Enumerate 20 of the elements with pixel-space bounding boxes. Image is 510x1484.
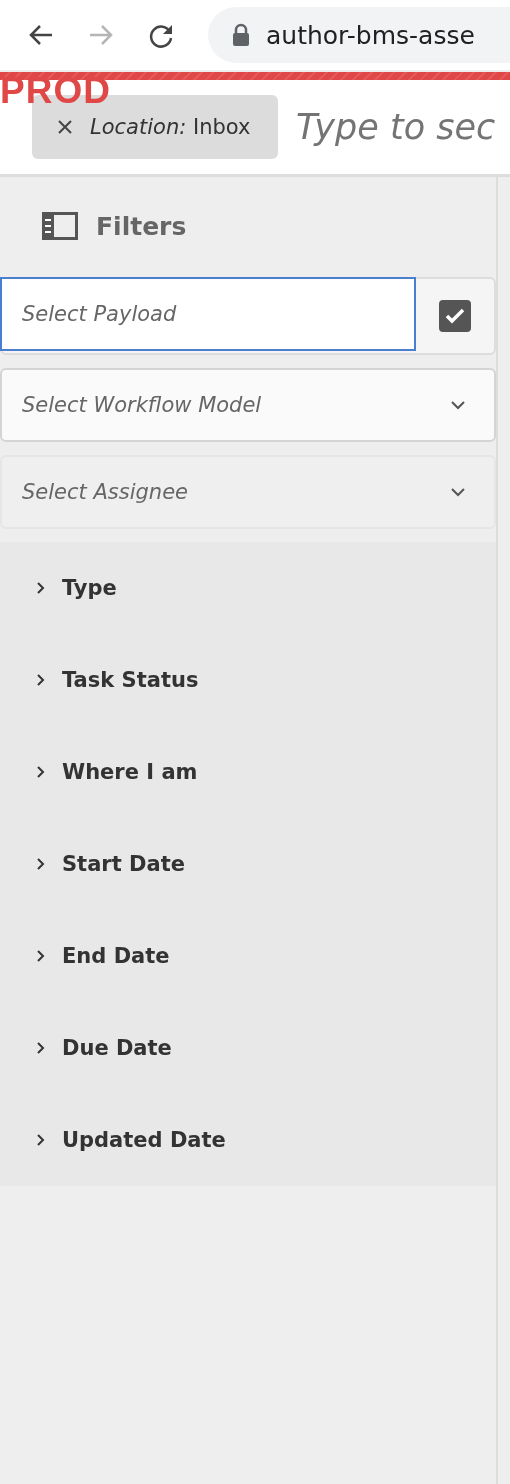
address-bar[interactable]: author-bms-asse bbox=[208, 7, 510, 63]
checkmark-icon bbox=[445, 308, 465, 324]
accordion-item[interactable]: End Date bbox=[0, 910, 496, 1002]
panel-icon bbox=[42, 212, 78, 240]
chevron-down-icon bbox=[450, 400, 466, 410]
payload-field[interactable]: Select Payload bbox=[0, 277, 416, 351]
checkbox[interactable] bbox=[439, 300, 471, 332]
filters-title: Filters bbox=[96, 211, 187, 241]
accordion-item[interactable]: Type bbox=[0, 542, 496, 634]
dropdown[interactable]: Select Workflow Model bbox=[0, 368, 496, 442]
chevron-down-icon bbox=[450, 487, 466, 497]
close-icon bbox=[58, 120, 72, 134]
accordion-item[interactable]: Where I am bbox=[0, 726, 496, 818]
accordion-item[interactable]: Due Date bbox=[0, 1002, 496, 1094]
accordion-item[interactable]: Task Status bbox=[0, 634, 496, 726]
search-field[interactable]: Type to sec bbox=[294, 106, 510, 148]
tag-label: Location: Inbox bbox=[90, 115, 251, 139]
accordion-item[interactable]: Updated Date bbox=[0, 1094, 496, 1186]
accordion-item[interactable]: Start Date bbox=[0, 818, 496, 910]
lock-icon bbox=[232, 23, 250, 47]
